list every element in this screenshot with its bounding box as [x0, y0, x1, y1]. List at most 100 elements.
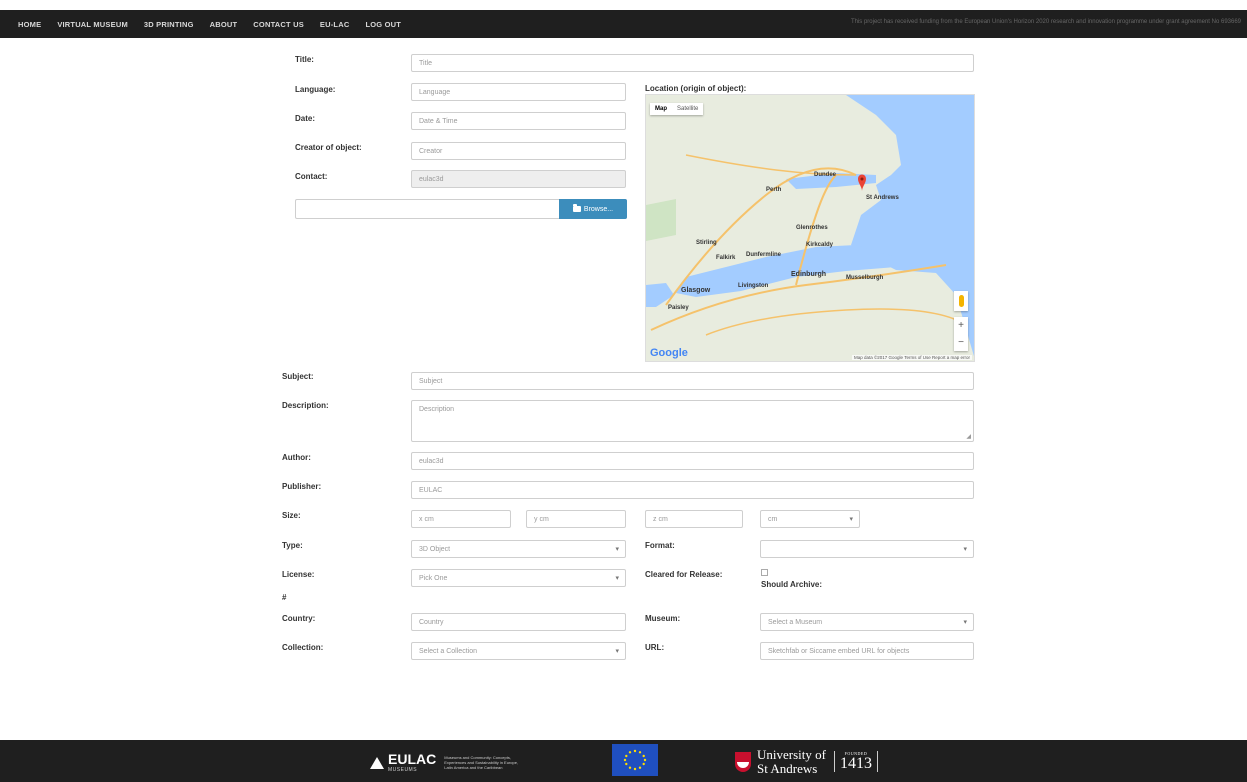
nav-contact-us[interactable]: CONTACT US [253, 20, 304, 29]
eulac-sub: MUSEUMS [388, 767, 418, 773]
eu-flag-icon [612, 744, 658, 776]
google-logo-text: Google [650, 347, 688, 359]
publisher-label: Publisher: [282, 482, 322, 491]
url-input[interactable]: Sketchfab or Siccame embed URL for objec… [760, 642, 974, 660]
st-andrews-name-line2: St Andrews [757, 760, 818, 776]
eulac-logo[interactable]: EULAC MUSEUMS Museums and Community: Con… [370, 752, 524, 773]
country-label: Country: [282, 614, 316, 623]
format-label: Format: [645, 541, 675, 550]
size-label: Size: [282, 511, 301, 520]
st-andrews-founded: FOUNDED 1413 [833, 751, 878, 773]
size-unit-select[interactable]: cm [760, 510, 860, 528]
creator-input[interactable]: Creator [411, 142, 626, 160]
eulac-description: Museums and Community: Concepts, Experie… [444, 754, 519, 771]
title-label: Title: [295, 55, 314, 64]
map-pin-icon[interactable] [858, 174, 866, 192]
zoom-in-icon[interactable]: + [958, 320, 964, 331]
subject-label: Subject: [282, 372, 314, 381]
footer: EULAC MUSEUMS Museums and Community: Con… [0, 740, 1247, 782]
description-placeholder: Description [419, 406, 455, 413]
contact-input: eulac3d [411, 170, 626, 188]
language-input[interactable]: Language [411, 83, 626, 101]
zoom-out-icon[interactable]: − [958, 337, 964, 348]
top-navbar: HOME VIRTUAL MUSEUM 3D PRINTING ABOUT CO… [0, 10, 1247, 38]
subject-input[interactable]: Subject [411, 372, 974, 390]
street-view-pegman-icon[interactable] [954, 291, 968, 311]
founded-year: 1413 [839, 755, 872, 773]
type-label: Type: [282, 541, 303, 550]
browse-label: Browse... [583, 205, 614, 213]
country-input[interactable]: Country [411, 613, 626, 631]
author-input[interactable]: eulac3d [411, 452, 974, 470]
size-y-input[interactable]: y cm [526, 510, 626, 528]
st-andrews-logo[interactable]: University of St Andrews FOUNDED 1413 [735, 748, 878, 775]
map-label-musselburgh: Musselburgh [846, 275, 884, 281]
nav-eu-lac[interactable]: EU-LAC [320, 20, 350, 29]
eu-stars [623, 749, 647, 771]
author-label: Author: [282, 453, 311, 462]
clyde-water [646, 283, 674, 307]
map-tab-satellite[interactable]: Satellite [672, 103, 703, 115]
folder-icon [572, 204, 581, 212]
museum-label: Museum: [645, 614, 681, 623]
eulac-triangle-icon [370, 756, 384, 769]
contact-label: Contact: [295, 172, 328, 181]
browse-button[interactable]: Browse... [559, 199, 627, 219]
funding-notice: This project has received funding from t… [850, 19, 1241, 25]
license-label: License: [282, 570, 315, 579]
map-label-st-andrews: St Andrews [866, 195, 899, 201]
park-area [646, 199, 676, 241]
size-x-input[interactable]: x cm [411, 510, 511, 528]
map-label-falkirk: Falkirk [716, 255, 736, 261]
collection-label: Collection: [282, 643, 324, 652]
cleared-checkbox[interactable] [761, 569, 768, 576]
creator-label: Creator of object: [295, 143, 362, 152]
st-andrews-name-line1: University of [757, 747, 826, 762]
cleared-label: Cleared for Release: [645, 570, 723, 579]
date-input[interactable]: Date & Time [411, 112, 626, 130]
resize-grip-icon[interactable]: ◢ [966, 433, 971, 440]
type-select[interactable]: 3D Object [411, 540, 626, 558]
hash-label: # [282, 593, 287, 602]
license-select[interactable]: Pick One [411, 569, 626, 587]
language-label: Language: [295, 85, 336, 94]
date-label: Date: [295, 114, 316, 123]
map-label-kirkcaldy: Kirkcaldy [806, 242, 834, 248]
map-label-paisley: Paisley [668, 305, 689, 311]
map-label-livingston: Livingston [738, 283, 769, 289]
location-label: Location (origin of object): [645, 84, 747, 93]
url-label: URL: [645, 643, 665, 652]
road-a70 [705, 308, 967, 336]
museum-select[interactable]: Select a Museum [760, 613, 974, 631]
map-label-glenrothes: Glenrothes [796, 225, 828, 231]
title-input[interactable]: Title [411, 54, 974, 72]
nav-home[interactable]: HOME [18, 20, 41, 29]
st-andrews-shield-icon [735, 751, 751, 772]
description-textarea[interactable]: Description ◢ [411, 400, 974, 442]
nav-log-out[interactable]: LOG OUT [365, 20, 401, 29]
format-select[interactable] [760, 540, 974, 558]
google-logo: Google [650, 347, 688, 359]
description-label: Description: [282, 401, 329, 410]
map-label-dundee: Dundee [814, 172, 837, 178]
nav-virtual-museum[interactable]: VIRTUAL MUSEUM [57, 20, 128, 29]
map-label-edinburgh: Edinburgh [791, 271, 826, 278]
collection-select[interactable]: Select a Collection [411, 642, 626, 660]
map-attribution[interactable]: Map data ©2017 Google Terms of Use Repor… [851, 355, 972, 360]
eulac-name: EULAC [388, 751, 437, 767]
map-tab-map[interactable]: Map [650, 103, 672, 115]
map-pin-dot [860, 177, 864, 181]
nav-about[interactable]: ABOUT [210, 20, 238, 29]
st-andrews-name: University of St Andrews [757, 748, 826, 775]
location-map[interactable]: Map Satellite Dundee St Andrews Perth Gl… [645, 94, 975, 362]
map-zoom-control: + − [954, 317, 968, 351]
map-type-tabs: Map Satellite [650, 103, 704, 115]
nav-3d-printing[interactable]: 3D PRINTING [144, 20, 194, 29]
nav-menu: HOME VIRTUAL MUSEUM 3D PRINTING ABOUT CO… [18, 10, 401, 38]
size-z-input[interactable]: z cm [645, 510, 743, 528]
map-label-glasgow: Glasgow [681, 287, 711, 294]
map-label-perth: Perth [766, 187, 782, 193]
file-upload-field[interactable]: Browse... [295, 199, 627, 219]
map-label-dunfermline: Dunfermline [746, 252, 782, 258]
publisher-input[interactable]: EULAC [411, 481, 974, 499]
